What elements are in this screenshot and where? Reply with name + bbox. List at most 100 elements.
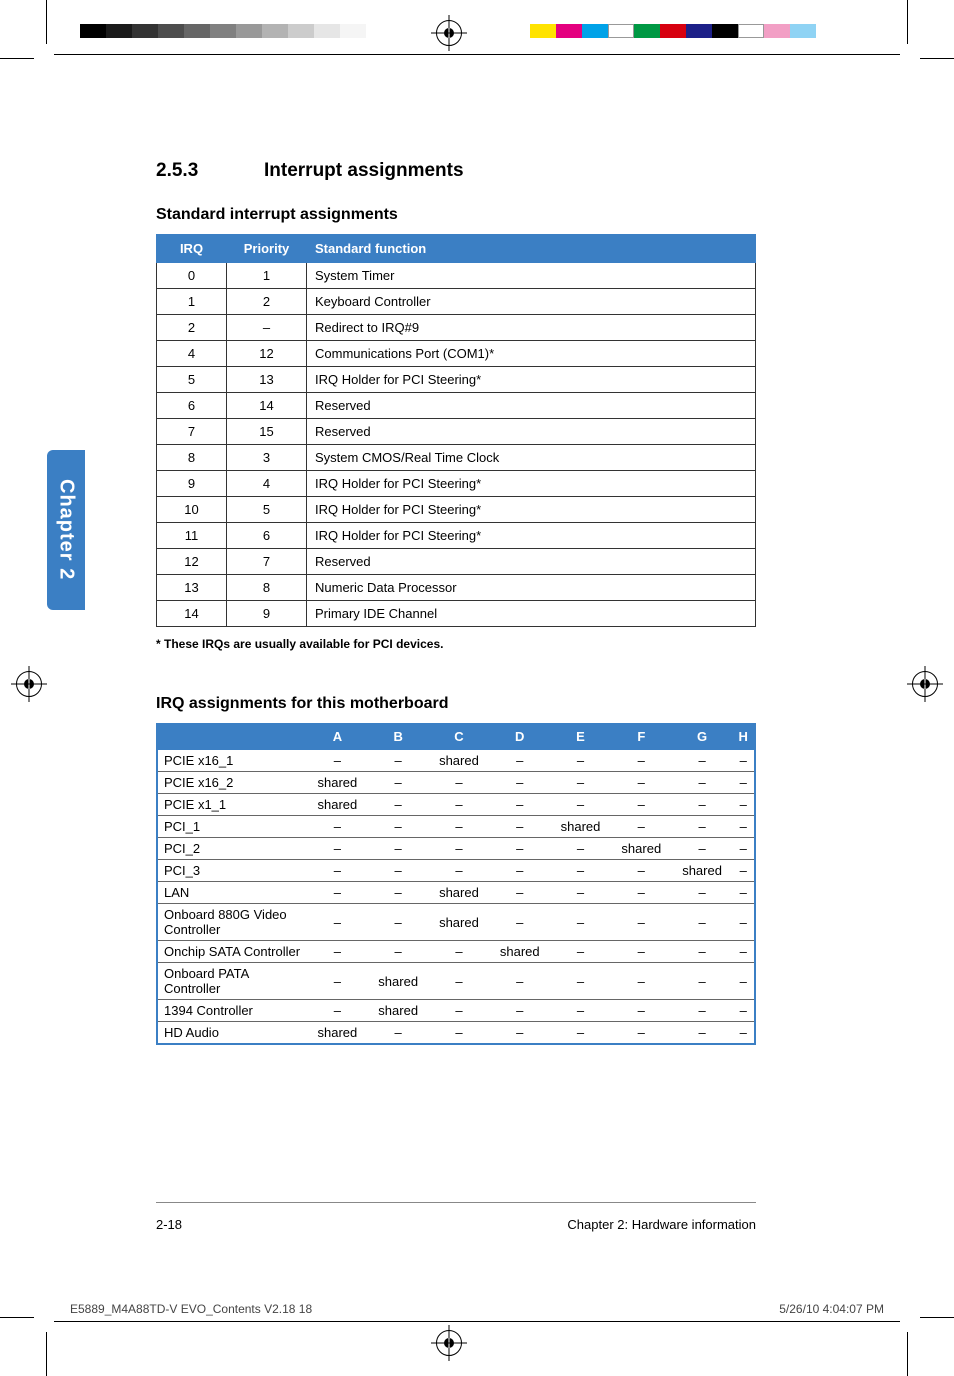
t2-cell: – bbox=[489, 963, 550, 1000]
section-title: Interrupt assignments bbox=[264, 160, 464, 181]
t2-cell: – bbox=[489, 794, 550, 816]
t1-cell-priority: 8 bbox=[227, 575, 307, 601]
t2-cell: – bbox=[732, 882, 755, 904]
t2-cell: – bbox=[429, 860, 490, 882]
t2-cell: shared bbox=[429, 882, 490, 904]
t1-cell-func: Redirect to IRQ#9 bbox=[307, 315, 756, 341]
t2-cell: – bbox=[611, 772, 672, 794]
sub2-heading: IRQ assignments for this motherboard bbox=[156, 695, 756, 713]
t1-cell-irq: 6 bbox=[157, 393, 227, 419]
t2-cell: shared bbox=[429, 904, 490, 941]
table-row: 94IRQ Holder for PCI Steering* bbox=[157, 471, 756, 497]
t2-cell: – bbox=[611, 882, 672, 904]
standard-irq-table: IRQ Priority Standard function 01System … bbox=[156, 234, 756, 627]
t2-cell: – bbox=[307, 882, 368, 904]
t2-cell: – bbox=[611, 1022, 672, 1045]
t2-cell: – bbox=[732, 1022, 755, 1045]
t2-cell: – bbox=[368, 772, 429, 794]
page-content: 2.5.3Interrupt assignments Standard inte… bbox=[156, 160, 756, 1045]
t2-cell: – bbox=[732, 749, 755, 772]
table-row: Onboard 880G Video Controller––shared–––… bbox=[157, 904, 755, 941]
t2-cell: – bbox=[732, 1000, 755, 1022]
table-row: 149Primary IDE Channel bbox=[157, 601, 756, 627]
t2-cell: shared bbox=[550, 816, 611, 838]
section-number: 2.5.3 bbox=[156, 160, 264, 182]
t2-cell: – bbox=[307, 816, 368, 838]
t2-cell: – bbox=[368, 1022, 429, 1045]
chapter-tab: Chapter 2 bbox=[47, 450, 85, 610]
t2-cell: – bbox=[550, 904, 611, 941]
table-row: 83System CMOS/Real Time Clock bbox=[157, 445, 756, 471]
t2-cell: shared bbox=[307, 1022, 368, 1045]
t2-cell: – bbox=[550, 772, 611, 794]
t2-cell: – bbox=[732, 860, 755, 882]
table-row: 127Reserved bbox=[157, 549, 756, 575]
table-row: 513IRQ Holder for PCI Steering* bbox=[157, 367, 756, 393]
t2-cell: – bbox=[550, 882, 611, 904]
t2-cell: – bbox=[429, 772, 490, 794]
t1-cell-priority: 13 bbox=[227, 367, 307, 393]
t2-cell: – bbox=[489, 860, 550, 882]
t2-row-label: Onboard PATA Controller bbox=[157, 963, 307, 1000]
t2-cell: – bbox=[489, 772, 550, 794]
footnote-1: * These IRQs are usually available for P… bbox=[156, 637, 756, 651]
t2-cell: – bbox=[429, 816, 490, 838]
t2-head-col: E bbox=[550, 724, 611, 749]
t2-row-label: PCI_1 bbox=[157, 816, 307, 838]
t2-cell: – bbox=[429, 838, 490, 860]
t2-cell: – bbox=[489, 838, 550, 860]
t2-cell: – bbox=[611, 749, 672, 772]
t2-cell: – bbox=[672, 794, 733, 816]
t2-cell: – bbox=[732, 794, 755, 816]
t2-cell: – bbox=[307, 860, 368, 882]
t1-cell-priority: 14 bbox=[227, 393, 307, 419]
t1-cell-func: Reserved bbox=[307, 393, 756, 419]
t2-row-label: HD Audio bbox=[157, 1022, 307, 1045]
t2-cell: – bbox=[672, 941, 733, 963]
slug-datetime: 5/26/10 4:04:07 PM bbox=[779, 1302, 884, 1316]
page-number: 2-18 bbox=[156, 1217, 182, 1232]
t2-head-col: D bbox=[489, 724, 550, 749]
t2-cell: – bbox=[368, 860, 429, 882]
t2-cell: – bbox=[489, 816, 550, 838]
table-row: PCIE x1_1shared––––––– bbox=[157, 794, 755, 816]
t2-cell: – bbox=[368, 794, 429, 816]
t2-row-label: PCIE x1_1 bbox=[157, 794, 307, 816]
section-heading: 2.5.3Interrupt assignments bbox=[156, 160, 756, 182]
t2-cell: – bbox=[672, 749, 733, 772]
t1-cell-priority: 9 bbox=[227, 601, 307, 627]
t2-cell: – bbox=[307, 963, 368, 1000]
t1-cell-func: IRQ Holder for PCI Steering* bbox=[307, 367, 756, 393]
page-footer: 2-18 Chapter 2: Hardware information bbox=[156, 1202, 756, 1232]
table-row: PCIE x16_2shared––––––– bbox=[157, 772, 755, 794]
t1-cell-irq: 4 bbox=[157, 341, 227, 367]
table-row: 105IRQ Holder for PCI Steering* bbox=[157, 497, 756, 523]
t2-cell: – bbox=[672, 838, 733, 860]
t2-cell: – bbox=[611, 1000, 672, 1022]
mobo-irq-table: ABCDEFGH PCIE x16_1––shared–––––PCIE x16… bbox=[156, 723, 756, 1045]
t2-cell: – bbox=[489, 882, 550, 904]
t2-cell: – bbox=[368, 882, 429, 904]
t1-cell-priority: 4 bbox=[227, 471, 307, 497]
t2-head-col: G bbox=[672, 724, 733, 749]
table-row: 138Numeric Data Processor bbox=[157, 575, 756, 601]
t2-cell: – bbox=[429, 941, 490, 963]
t1-cell-priority: 3 bbox=[227, 445, 307, 471]
t2-cell: – bbox=[732, 816, 755, 838]
t2-cell: – bbox=[550, 941, 611, 963]
t2-cell: – bbox=[368, 904, 429, 941]
t2-head-col: A bbox=[307, 724, 368, 749]
t2-cell: – bbox=[489, 1000, 550, 1022]
t2-cell: – bbox=[611, 816, 672, 838]
t2-cell: shared bbox=[672, 860, 733, 882]
t2-row-label: PCI_3 bbox=[157, 860, 307, 882]
t1-cell-func: Primary IDE Channel bbox=[307, 601, 756, 627]
t2-row-label: Onboard 880G Video Controller bbox=[157, 904, 307, 941]
t2-cell: shared bbox=[611, 838, 672, 860]
t2-cell: – bbox=[307, 749, 368, 772]
t2-cell: shared bbox=[368, 1000, 429, 1022]
table-row: 116IRQ Holder for PCI Steering* bbox=[157, 523, 756, 549]
t2-cell: – bbox=[307, 941, 368, 963]
chapter-title-footer: Chapter 2: Hardware information bbox=[567, 1217, 756, 1232]
t1-cell-priority: – bbox=[227, 315, 307, 341]
